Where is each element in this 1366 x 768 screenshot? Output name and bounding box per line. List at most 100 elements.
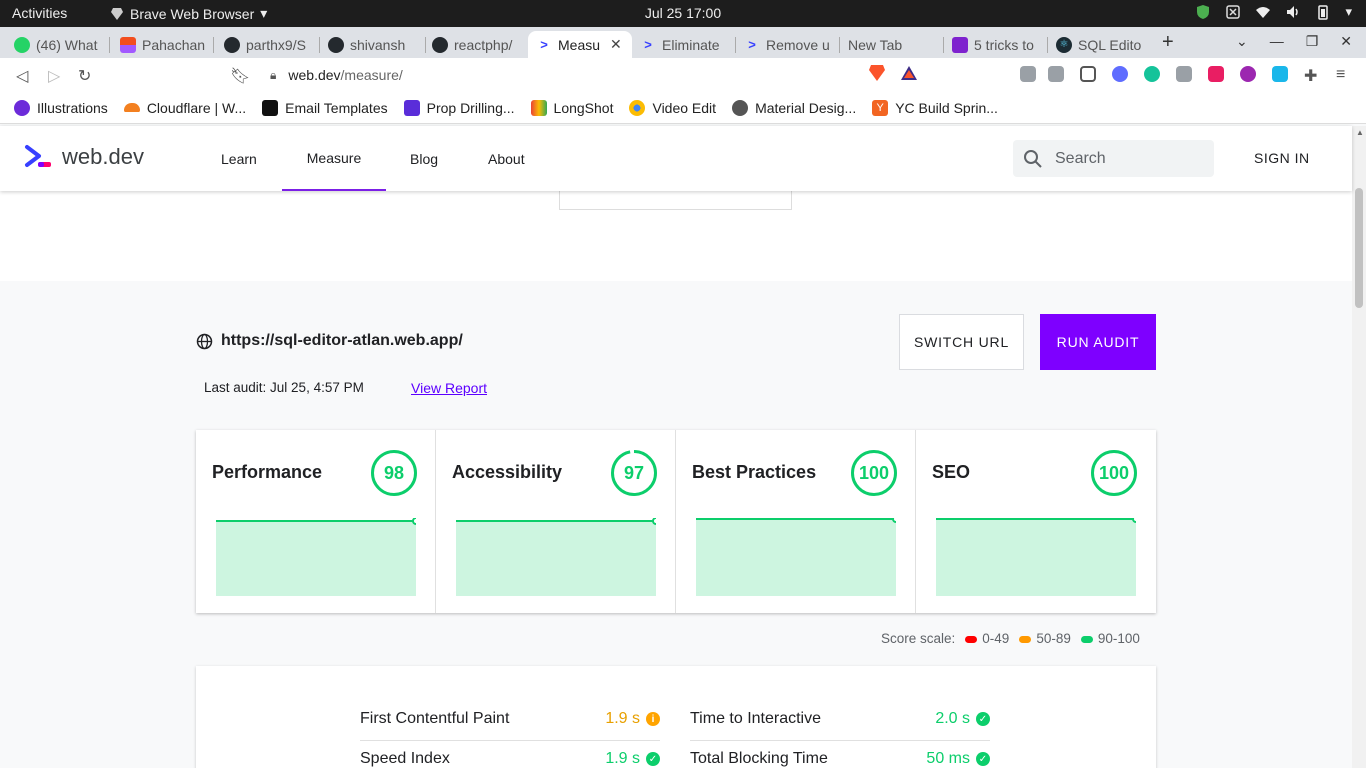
search-input[interactable]: Search bbox=[1013, 140, 1214, 177]
score-card-seo[interactable]: SEO 100 bbox=[916, 430, 1156, 613]
bookmark-item[interactable]: Video Edit bbox=[629, 99, 716, 116]
back-icon[interactable]: ◁ bbox=[16, 66, 28, 86]
browser-tab[interactable]: 5 tricks to bbox=[944, 31, 1046, 58]
extension-icon[interactable] bbox=[1020, 66, 1036, 82]
screenshot-icon[interactable] bbox=[1080, 66, 1096, 82]
vimeo-icon[interactable] bbox=[1272, 66, 1288, 82]
last-audit-text: Last audit: Jul 25, 4:57 PM bbox=[204, 380, 364, 395]
score-title: Best Practices bbox=[692, 462, 817, 482]
bookmark-item[interactable]: LongShot bbox=[530, 99, 613, 116]
figma-icon bbox=[120, 36, 136, 53]
check-icon: ✓ bbox=[646, 752, 660, 766]
check-icon: ✓ bbox=[976, 712, 990, 726]
browser-tab[interactable]: Pahachan bbox=[112, 31, 212, 58]
vpn-icon bbox=[1226, 5, 1241, 19]
url-input[interactable]: 🔒︎ web.dev/measure/ bbox=[258, 61, 930, 89]
score-card-accessibility[interactable]: Accessibility 97 bbox=[436, 430, 676, 613]
score-card-best-practices[interactable]: Best Practices 100 bbox=[676, 430, 916, 613]
score-sparkline bbox=[456, 518, 656, 596]
metric-row: Speed Index 1.9 s ✓ bbox=[360, 750, 660, 768]
prop-drilling-icon bbox=[403, 99, 420, 116]
browser-tab[interactable]: > Eliminate bbox=[632, 31, 734, 58]
extension-icon[interactable] bbox=[1240, 66, 1256, 82]
tab-label: reactphp/ bbox=[454, 36, 513, 53]
activities-button[interactable]: Activities bbox=[12, 5, 67, 21]
browser-tab[interactable]: New Tab bbox=[840, 31, 940, 58]
longshot-icon bbox=[530, 99, 547, 116]
bookmark-item[interactable]: Illustrations bbox=[14, 99, 108, 116]
score-sparkline bbox=[936, 518, 1136, 596]
github-icon bbox=[432, 36, 448, 53]
browser-tab[interactable]: ⚛ SQL Edito bbox=[1048, 31, 1150, 58]
bookmark-icon[interactable]: 🔖︎ bbox=[230, 66, 250, 86]
bookmark-item[interactable]: Email Templates bbox=[262, 99, 388, 116]
tab-search-icon[interactable]: ⌄ bbox=[1236, 33, 1248, 50]
score-sparkline bbox=[216, 518, 416, 596]
forward-icon[interactable]: ▷ bbox=[48, 66, 60, 86]
partial-card bbox=[559, 191, 792, 210]
browser-tab[interactable]: reactphp/ bbox=[424, 31, 526, 58]
browser-tab[interactable]: > Remove u bbox=[736, 31, 838, 58]
metric-row: Time to Interactive 2.0 s ✓ bbox=[690, 710, 990, 750]
sign-in-button[interactable]: SIGN IN bbox=[1254, 150, 1310, 166]
tab-label: (46) What bbox=[36, 36, 98, 53]
wifi-icon bbox=[1256, 7, 1271, 18]
metrics-card: First Contentful Paint 1.9 si Time to In… bbox=[196, 666, 1156, 768]
brave-shields-icon[interactable] bbox=[868, 63, 886, 83]
close-window-icon[interactable]: ✕ bbox=[1340, 33, 1352, 50]
camera-icon[interactable] bbox=[1048, 66, 1064, 82]
battery-icon bbox=[1318, 5, 1329, 20]
extension-icon[interactable] bbox=[1208, 66, 1224, 82]
nav-about[interactable]: About bbox=[488, 126, 525, 191]
bookmark-item[interactable]: Material Desig... bbox=[732, 99, 856, 116]
run-audit-button[interactable]: RUN AUDIT bbox=[1040, 314, 1156, 370]
system-tray[interactable]: ▾ bbox=[1195, 4, 1352, 20]
webdev-icon: > bbox=[748, 37, 756, 52]
menu-icon[interactable]: ≡ bbox=[1336, 66, 1345, 84]
grammarly-icon[interactable] bbox=[1144, 66, 1160, 82]
new-tab-button[interactable]: + bbox=[1162, 31, 1174, 54]
extension-icon[interactable] bbox=[1112, 66, 1128, 82]
metric-value: 2.0 s ✓ bbox=[935, 710, 990, 728]
browser-tab[interactable]: parthx9/S bbox=[216, 31, 318, 58]
metric-label: First Contentful Paint bbox=[360, 710, 510, 727]
bookmark-item[interactable]: Y YC Build Sprin... bbox=[872, 99, 998, 116]
scroll-up-icon[interactable]: ▲ bbox=[1356, 128, 1364, 137]
clock[interactable]: Jul 25 17:00 bbox=[645, 5, 721, 21]
bookmark-item[interactable]: Prop Drilling... bbox=[403, 99, 515, 116]
app-menu[interactable]: Brave Web Browser ▾ bbox=[110, 5, 267, 22]
nav-learn[interactable]: Learn bbox=[221, 126, 257, 191]
score-value: 100 bbox=[1098, 462, 1130, 483]
scale-range-orange: 50-89 bbox=[1019, 631, 1071, 646]
webdev-logo[interactable]: web.dev bbox=[24, 144, 144, 170]
brave-rewards-icon[interactable] bbox=[900, 65, 918, 81]
system-top-bar: Activities Brave Web Browser ▾ Jul 25 17… bbox=[0, 0, 1366, 27]
reload-icon[interactable]: ↻ bbox=[78, 66, 91, 86]
nav-measure[interactable]: Measure bbox=[282, 126, 386, 191]
nav-blog[interactable]: Blog bbox=[410, 126, 438, 191]
score-value: 98 bbox=[383, 462, 405, 483]
tab-label: 5 tricks to bbox=[974, 36, 1034, 53]
view-report-link[interactable]: View Report bbox=[411, 380, 487, 396]
browser-tab[interactable]: (46) What bbox=[6, 31, 108, 58]
minimize-icon[interactable]: — bbox=[1270, 33, 1284, 50]
bookmark-item[interactable]: Cloudflare | W... bbox=[123, 100, 246, 116]
puzzle-icon[interactable]: ✚ bbox=[1304, 66, 1317, 86]
close-icon[interactable]: ✕ bbox=[610, 36, 622, 53]
score-card-performance[interactable]: Performance 98 bbox=[196, 430, 436, 613]
rocket-icon bbox=[952, 36, 968, 53]
page-scrollbar[interactable]: ▲ bbox=[1352, 126, 1366, 768]
maximize-icon[interactable]: ❐ bbox=[1306, 33, 1319, 50]
browser-tab[interactable]: shivansh bbox=[320, 31, 424, 58]
bookmarks-bar: Illustrations Cloudflare | W... Email Te… bbox=[0, 92, 1366, 124]
globe-icon bbox=[196, 333, 213, 349]
site-header: web.dev Learn Measure Blog About Search … bbox=[0, 126, 1352, 191]
metric-row: Total Blocking Time 50 ms ✓ bbox=[690, 750, 990, 768]
extension-icon[interactable] bbox=[1176, 66, 1192, 82]
scrollbar-thumb[interactable] bbox=[1355, 188, 1363, 308]
browser-tab-active[interactable]: > Measu ✕ bbox=[528, 31, 632, 58]
switch-url-button[interactable]: SWITCH URL bbox=[899, 314, 1024, 370]
metric-label: Time to Interactive bbox=[690, 710, 822, 727]
tab-label: Pahachan bbox=[142, 36, 206, 53]
score-scale-label: Score scale: bbox=[881, 631, 956, 646]
